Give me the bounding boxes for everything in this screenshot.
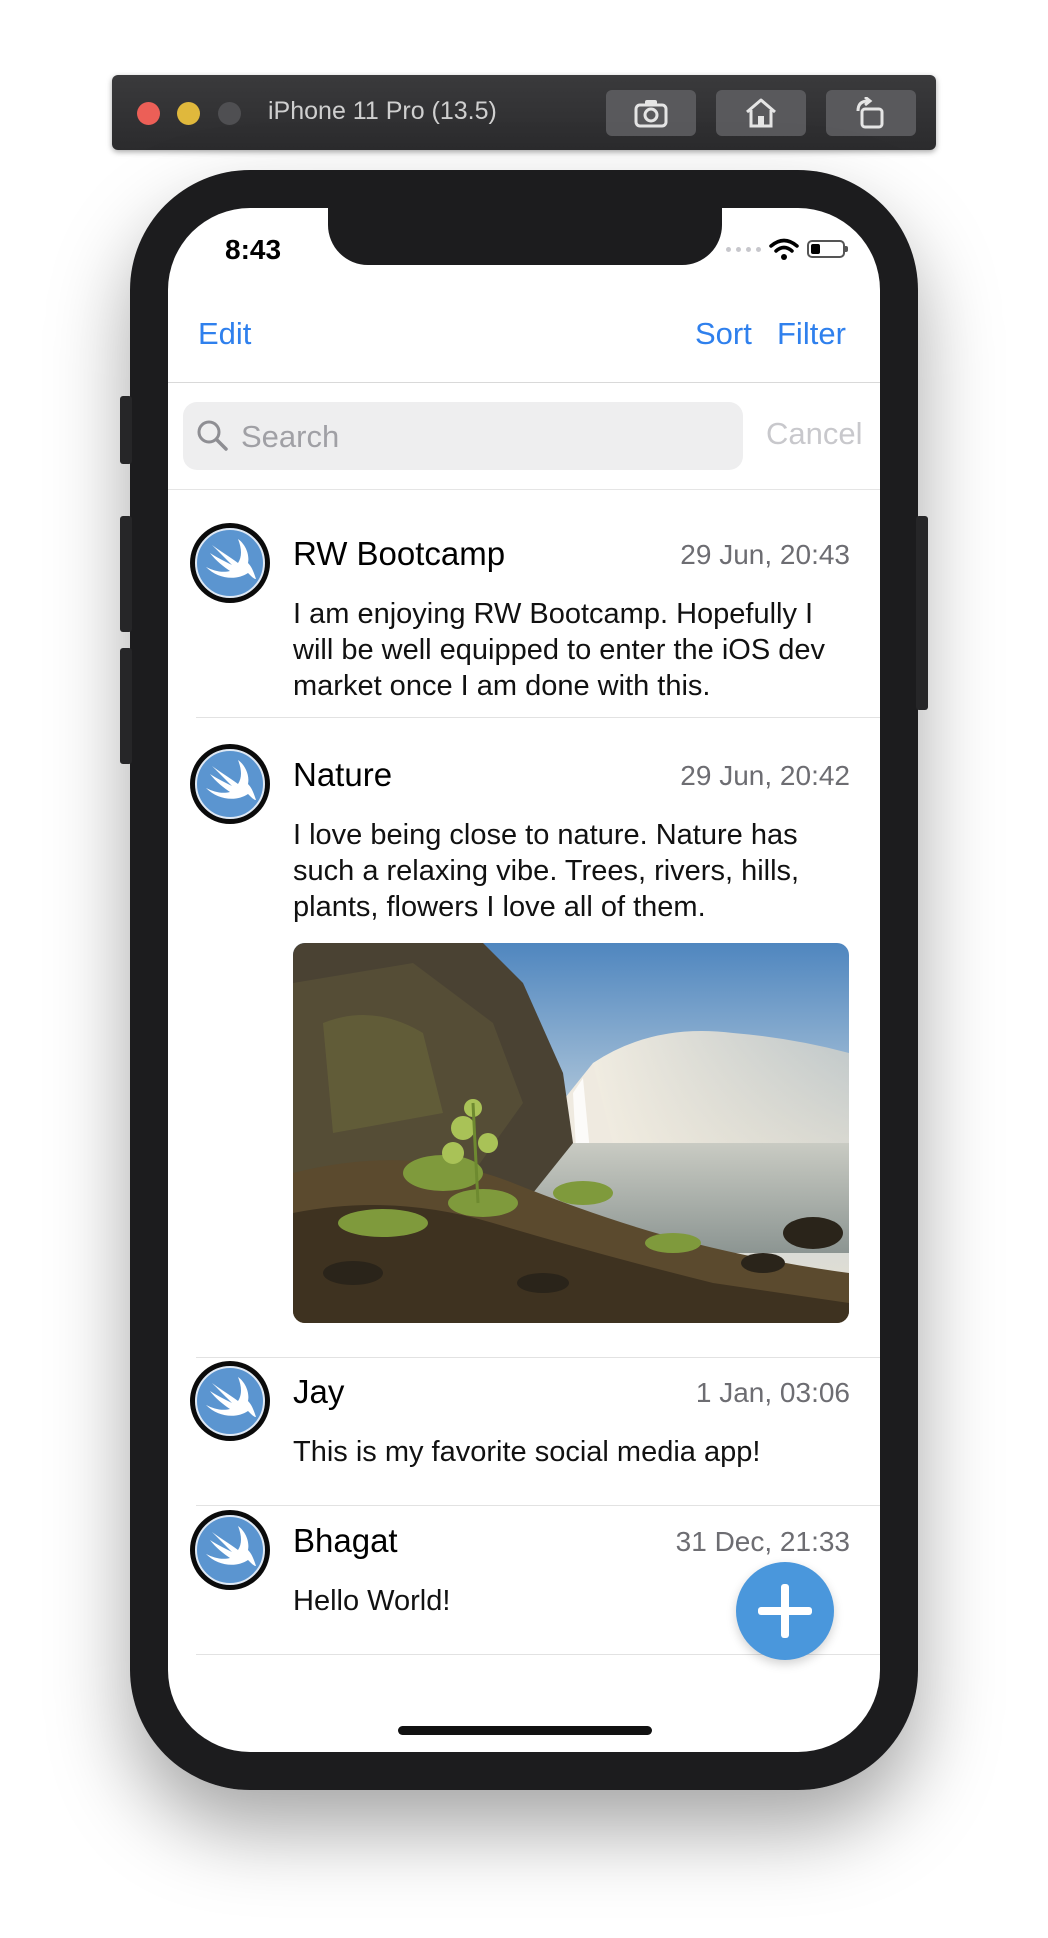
- power-button: [916, 516, 928, 710]
- post-body: I love being close to nature. Nature has…: [293, 819, 800, 923]
- row-separator: [196, 1357, 880, 1358]
- swift-bird-icon: [192, 525, 268, 601]
- status-time: 8:43: [225, 234, 282, 265]
- screenshot-button[interactable]: [606, 90, 696, 136]
- sort-button[interactable]: Sort: [695, 316, 752, 352]
- post-body: I am enjoying RW Bootcamp. Hopefully I w…: [293, 598, 825, 702]
- post-item[interactable]: Jay 1 Jan, 03:06 This is my favorite soc…: [168, 1361, 880, 1511]
- wifi-icon: [769, 238, 799, 260]
- waterfall-photo: [293, 943, 849, 1323]
- volume-up-button: [120, 516, 132, 632]
- swift-bird-icon: [192, 1512, 268, 1588]
- notch: [328, 208, 722, 265]
- close-window-button[interactable]: [137, 102, 160, 125]
- minimize-window-button[interactable]: [177, 102, 200, 125]
- mute-switch: [120, 396, 132, 464]
- post-body: This is my favorite social media app!: [293, 1436, 761, 1468]
- volume-down-button: [120, 648, 132, 764]
- post-date: 1 Jan, 03:06: [695, 1377, 850, 1408]
- avatar: [190, 744, 270, 824]
- filter-button[interactable]: Filter: [777, 316, 846, 352]
- post-title: RW Bootcamp: [293, 535, 506, 572]
- post-title: Bhagat: [293, 1522, 398, 1559]
- add-post-button[interactable]: [736, 1562, 834, 1660]
- row-separator: [196, 1505, 880, 1506]
- navigation-bar: Edit Sort Filter: [168, 292, 880, 383]
- camera-icon: [634, 100, 668, 128]
- post-date: 29 Jun, 20:42: [680, 760, 850, 791]
- swift-bird-icon: [192, 746, 268, 822]
- post-date: 31 Dec, 21:33: [675, 1526, 850, 1557]
- cancel-button[interactable]: Cancel: [766, 416, 863, 452]
- home-icon: [746, 98, 776, 128]
- avatar: [190, 523, 270, 603]
- search-input[interactable]: [239, 412, 723, 462]
- home-button[interactable]: [716, 90, 806, 136]
- edit-button[interactable]: Edit: [198, 316, 251, 352]
- post-date: 29 Jun, 20:43: [680, 539, 850, 570]
- post-item[interactable]: RW Bootcamp 29 Jun, 20:43 I am enjoying …: [168, 523, 880, 723]
- status-indicators: [726, 238, 848, 260]
- battery-icon: [807, 240, 848, 258]
- zoom-window-button[interactable]: [218, 102, 241, 125]
- row-separator: [196, 717, 880, 718]
- avatar: [190, 1510, 270, 1590]
- home-indicator: [398, 1726, 652, 1735]
- search-field: [183, 402, 743, 470]
- phone-screen: 8:43 Edit Sort Filter Cancel: [168, 208, 880, 1752]
- post-item[interactable]: Nature 29 Jun, 20:42 I love being close …: [168, 744, 880, 1364]
- rotate-button[interactable]: [826, 90, 916, 136]
- post-title: Jay: [293, 1373, 345, 1410]
- rotate-icon: [856, 97, 884, 129]
- simulator-device-title: iPhone 11 Pro (13.5): [268, 97, 497, 125]
- post-title: Nature: [293, 756, 393, 793]
- avatar: [190, 1361, 270, 1441]
- search-bar: Cancel: [168, 383, 880, 490]
- swift-bird-icon: [192, 1363, 268, 1439]
- simulator-title-bar: iPhone 11 Pro (13.5): [112, 75, 936, 150]
- search-icon: [197, 420, 228, 451]
- post-image[interactable]: [293, 943, 849, 1323]
- signal-icon: [726, 246, 761, 252]
